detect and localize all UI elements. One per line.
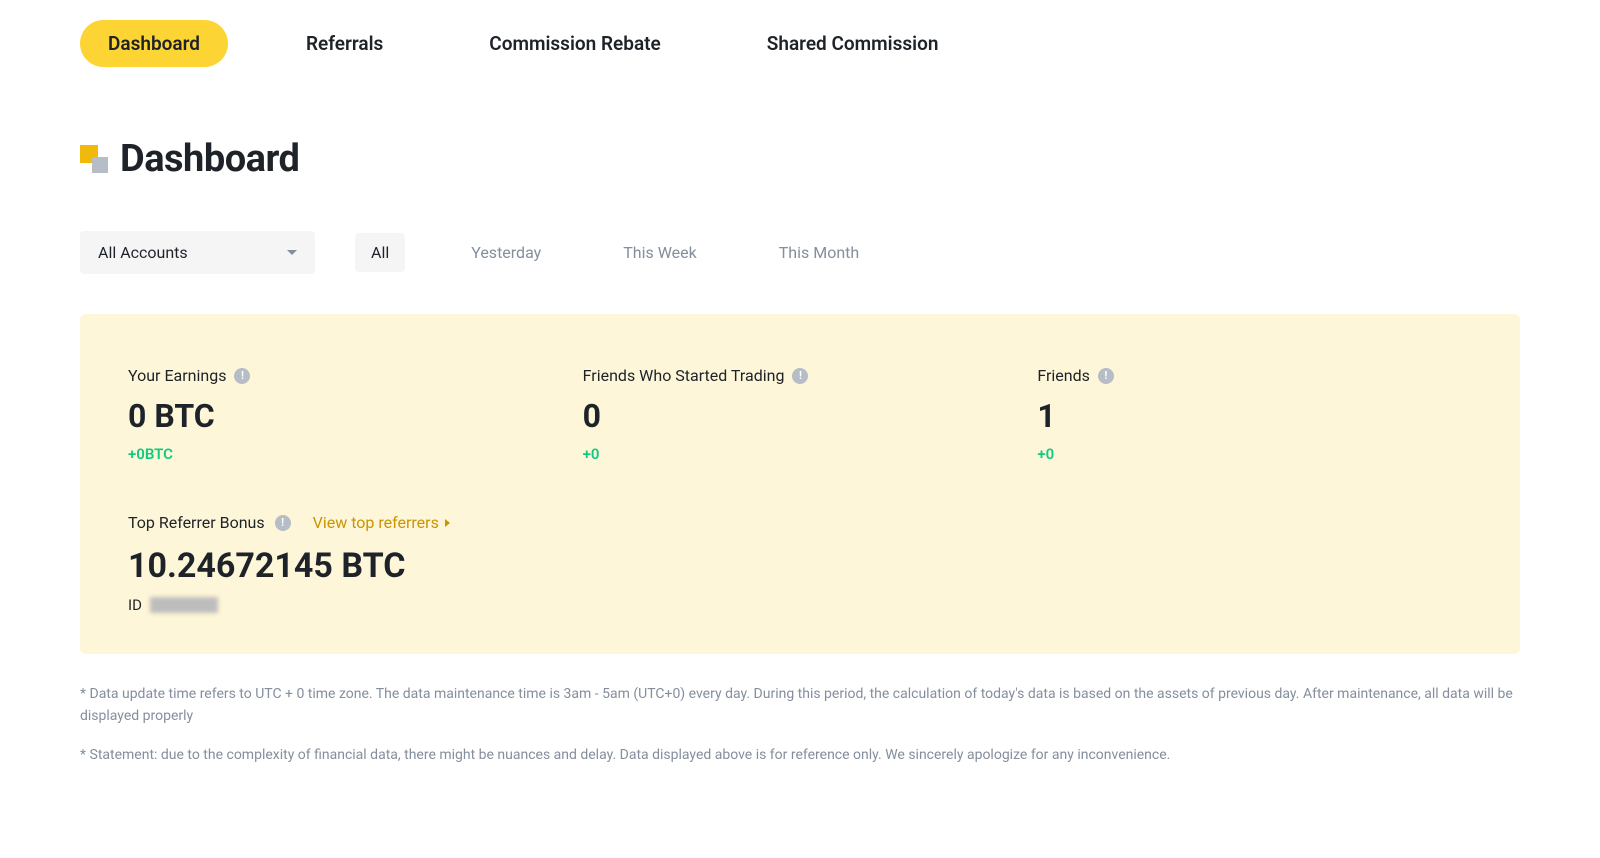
stat-friends-trading-label: Friends Who Started Trading: [583, 366, 785, 385]
stats-top-row: Your Earnings ! 0 BTC +0BTC Friends Who …: [128, 366, 1472, 463]
disclaimer-line-2: * Statement: due to the complexity of fi…: [80, 745, 1520, 767]
info-icon[interactable]: !: [1098, 368, 1114, 384]
chevron-down-icon: [287, 250, 297, 255]
stat-friends-trading: Friends Who Started Trading ! 0 +0: [583, 366, 1018, 463]
stat-friends: Friends ! 1 +0: [1037, 366, 1472, 463]
range-tab-this-week[interactable]: This Week: [607, 233, 713, 272]
stat-bonus-label: Top Referrer Bonus: [128, 513, 265, 532]
view-top-referrers-label: View top referrers: [313, 513, 439, 532]
stat-earnings-value: 0 BTC: [128, 397, 563, 435]
bonus-id-row: ID: [128, 596, 1472, 614]
range-tab-all[interactable]: All: [355, 233, 405, 272]
stat-earnings-delta: +0BTC: [128, 445, 563, 463]
disclaimers: * Data update time refers to UTC + 0 tim…: [80, 684, 1520, 767]
tab-shared-commission[interactable]: Shared Commission: [739, 20, 967, 67]
dashboard-icon: [80, 145, 108, 173]
account-select-value: All Accounts: [98, 243, 188, 262]
page-title: Dashboard: [120, 137, 299, 181]
tab-commission-rebate[interactable]: Commission Rebate: [461, 20, 688, 67]
stat-friends-value: 1: [1037, 397, 1472, 435]
tab-referrals[interactable]: Referrals: [278, 20, 411, 67]
view-top-referrers-link[interactable]: View top referrers: [313, 513, 450, 532]
main-tabs: Dashboard Referrals Commission Rebate Sh…: [80, 20, 1520, 67]
stat-friends-label: Friends: [1037, 366, 1090, 385]
bonus-id-label: ID: [128, 596, 142, 614]
stat-bonus: Top Referrer Bonus ! View top referrers …: [128, 513, 1472, 614]
info-icon[interactable]: !: [275, 515, 291, 531]
stat-earnings-label: Your Earnings: [128, 366, 226, 385]
stat-friends-trading-value: 0: [583, 397, 1018, 435]
tab-dashboard[interactable]: Dashboard: [80, 20, 228, 67]
stats-card: Your Earnings ! 0 BTC +0BTC Friends Who …: [80, 314, 1520, 654]
disclaimer-line-1: * Data update time refers to UTC + 0 tim…: [80, 684, 1520, 727]
stat-friends-trading-delta: +0: [583, 445, 1018, 463]
chevron-right-icon: [445, 519, 450, 527]
bonus-id-value-redacted: [150, 597, 218, 613]
filters-row: All Accounts All Yesterday This Week Thi…: [80, 231, 1520, 274]
page-title-row: Dashboard: [80, 137, 1520, 181]
range-tab-yesterday[interactable]: Yesterday: [455, 233, 557, 272]
info-icon[interactable]: !: [792, 368, 808, 384]
stat-bonus-value: 10.24672145 BTC: [128, 546, 1472, 586]
account-select[interactable]: All Accounts: [80, 231, 315, 274]
stat-earnings: Your Earnings ! 0 BTC +0BTC: [128, 366, 563, 463]
range-tabs: All Yesterday This Week This Month: [355, 233, 875, 272]
stat-friends-delta: +0: [1037, 445, 1472, 463]
range-tab-this-month[interactable]: This Month: [763, 233, 875, 272]
info-icon[interactable]: !: [234, 368, 250, 384]
